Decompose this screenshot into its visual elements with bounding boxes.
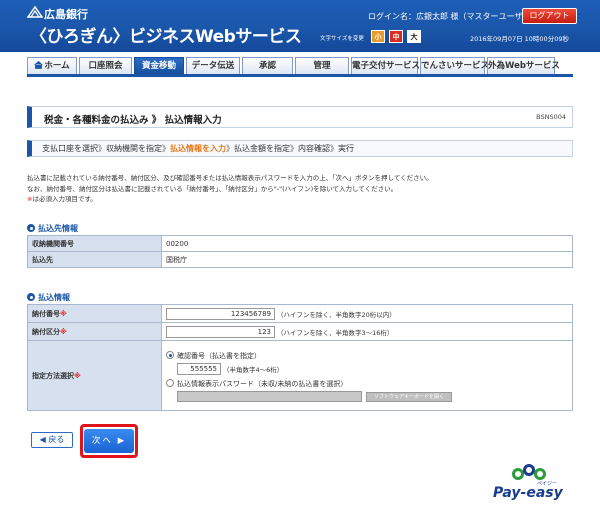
- institution-number-label: 収納機関番号: [27, 235, 162, 252]
- instruction-line-1: 払込書に記載されている納付番号、納付区分、及び確認番号または払込情報表示パスワー…: [27, 174, 433, 182]
- font-size-medium-button[interactable]: 中: [389, 30, 403, 43]
- payment-category-label: 納付区分※: [27, 322, 162, 341]
- tab-forex[interactable]: 外為Webサービス: [487, 57, 560, 74]
- next-button[interactable]: 次へ ▶: [84, 429, 134, 453]
- payeasy-logo: ペイジー Pay-easy: [493, 458, 568, 516]
- step-select-account: 支払口座を選択: [42, 144, 98, 153]
- service-name: 〈ひろぎん〉ビジネスWebサービス: [30, 27, 302, 47]
- tab-fund-transfer[interactable]: 資金移動: [134, 57, 184, 74]
- header: 広島銀行 〈ひろぎん〉ビジネスWebサービス ログイン名：広銀太郎 様（マスター…: [0, 0, 600, 52]
- chevron-left-icon: ◀: [39, 435, 46, 444]
- required-mark: ※: [60, 309, 67, 318]
- password-option-label: 払込情報表示パスワード（未収/未納の払込書を選択）: [177, 380, 348, 388]
- payee-value: 国税庁: [161, 251, 573, 268]
- tab-electronic-delivery[interactable]: 電子交付サービス: [351, 57, 420, 74]
- payment-category-input[interactable]: 123: [166, 325, 275, 338]
- payment-category-cell: 123 （ハイフンを除く、半角数字3～16桁）: [161, 322, 573, 341]
- bank-logo-icon: [27, 6, 43, 18]
- font-size-small-button[interactable]: 小: [371, 30, 385, 43]
- payee-label: 払込先: [27, 251, 162, 268]
- confirm-number-hint: （半角数字4～6桁）: [223, 366, 284, 374]
- instructions: 払込書に記載されている納付番号、納付区分、及び確認番号または払込情報表示パスワー…: [27, 173, 573, 205]
- tab-approval[interactable]: 承認: [242, 57, 293, 74]
- required-mark: ※: [60, 327, 67, 336]
- back-button-label: 戻る: [48, 435, 65, 444]
- tab-data-transmission[interactable]: データ伝送: [186, 57, 240, 74]
- payment-category-hint: （ハイフンを除く、半角数字3～16桁）: [277, 328, 394, 337]
- payee-section-heading: 払込先情報: [27, 223, 78, 234]
- tab-management[interactable]: 管理: [295, 57, 349, 74]
- confirm-number-row: 555555 （半角数字4～6桁）: [177, 363, 568, 375]
- confirm-number-input[interactable]: 555555: [177, 363, 221, 375]
- payment-number-hint: （ハイフンを除く、半角数字20桁以内）: [277, 310, 396, 319]
- nav-underline: [27, 74, 573, 77]
- method-label: 指定方法選択※: [27, 340, 162, 411]
- chevron-right-icon: ▶: [117, 436, 127, 446]
- global-nav: ホーム 口座照会 資金移動 データ伝送 承認 管理 電子交付サービス でんさいサ…: [27, 57, 573, 74]
- step-enter-info-current: 払込情報を入力: [170, 144, 226, 153]
- method-cell: 確認番号（払込書を指定） 555555 （半角数字4～6桁） 払込情報表示パスワー…: [161, 340, 573, 411]
- section-bullet-icon: [27, 293, 35, 301]
- payment-table: 納付番号※ 123456789 （ハイフンを除く、半角数字20桁以内） 納付区分※…: [27, 304, 573, 411]
- step-separator: 》: [330, 144, 338, 153]
- tab-home[interactable]: ホーム: [27, 57, 77, 74]
- table-row: 払込先 国税庁: [27, 251, 573, 268]
- payment-number-input[interactable]: 123456789: [166, 307, 275, 320]
- required-mark: ※: [74, 371, 81, 380]
- payment-number-label: 納付番号※: [27, 304, 162, 323]
- step-specify-institution: 収納機関を指定: [106, 144, 162, 153]
- table-row: 納付番号※ 123456789 （ハイフンを除く、半角数字20桁以内）: [27, 304, 573, 323]
- instruction-line-3: は必須入力項目です。: [32, 195, 97, 203]
- font-size-label: 文字サイズを変更: [320, 36, 364, 42]
- table-row: 納付区分※ 123 （ハイフンを除く、半角数字3～16桁）: [27, 322, 573, 341]
- table-row: 収納機関番号 00200: [27, 235, 573, 252]
- tab-densai[interactable]: でんさいサービス: [420, 57, 489, 74]
- step-specify-amount: 払込金額を指定: [234, 144, 290, 153]
- step-separator: 》: [290, 144, 298, 153]
- password-input[interactable]: [177, 391, 362, 402]
- option-password-row: 払込情報表示パスワード（未収/未納の払込書を選択）: [166, 379, 568, 389]
- page-title-box: 税金・各種料金の払込み 》 払込情報入力 BSNS004: [27, 106, 573, 128]
- confirm-number-option-label: 確認番号（払込書を指定）: [177, 352, 261, 360]
- logout-button[interactable]: ログアウト: [522, 8, 577, 24]
- institution-number-value: 00200: [161, 235, 573, 252]
- screen-id: BSNS004: [536, 113, 566, 121]
- step-confirm: 内容確認: [298, 144, 330, 153]
- payeasy-text: Pay-easy: [493, 485, 563, 501]
- page-title: 税金・各種料金の払込み 》 払込情報入力: [44, 115, 222, 126]
- instruction-line-2: なお、納付番号、納付区分は払込書に記載されている「納付番号」、「納付区分」から"…: [27, 184, 398, 193]
- password-row: ソフトウェアキーボードを開く: [177, 391, 568, 402]
- step-separator: 》: [98, 144, 106, 153]
- next-button-label: 次へ: [91, 436, 113, 446]
- soft-keyboard-button[interactable]: ソフトウェアキーボードを開く: [366, 391, 452, 402]
- payment-heading-text: 払込情報: [38, 293, 70, 302]
- payee-table: 収納機関番号 00200 払込先 国税庁: [27, 235, 573, 268]
- table-row: 指定方法選択※ 確認番号（払込書を指定） 555555 （半角数字4～6桁） 払込…: [27, 340, 573, 411]
- font-size-large-button[interactable]: 大: [407, 30, 421, 43]
- datetime: 2016年09月07日 10時00分09秒: [470, 35, 569, 43]
- tab-account-inquiry[interactable]: 口座照会: [79, 57, 132, 74]
- tab-home-label: ホーム: [44, 61, 70, 71]
- payment-section-heading: 払込情報: [27, 292, 70, 303]
- home-icon: [34, 61, 44, 69]
- step-execute: 実行: [338, 144, 354, 153]
- step-separator: 》: [226, 144, 234, 153]
- back-button[interactable]: ◀ 戻る: [31, 432, 73, 448]
- bank-name: 広島銀行: [44, 8, 88, 21]
- confirm-number-radio[interactable]: [166, 351, 174, 359]
- section-bullet-icon: [27, 224, 35, 232]
- login-name: ログイン名：広銀太郎 様（マスターユーザ）: [368, 12, 531, 21]
- option-confirm-row: 確認番号（払込書を指定）: [166, 351, 568, 361]
- payee-heading-text: 払込先情報: [38, 224, 78, 233]
- step-separator: 》: [162, 144, 170, 153]
- payment-number-cell: 123456789 （ハイフンを除く、半角数字20桁以内）: [161, 304, 573, 323]
- password-radio[interactable]: [166, 379, 174, 387]
- step-indicator: 支払口座を選択》収納機関を指定》払込情報を入力》払込金額を指定》内容確認》実行: [27, 140, 573, 157]
